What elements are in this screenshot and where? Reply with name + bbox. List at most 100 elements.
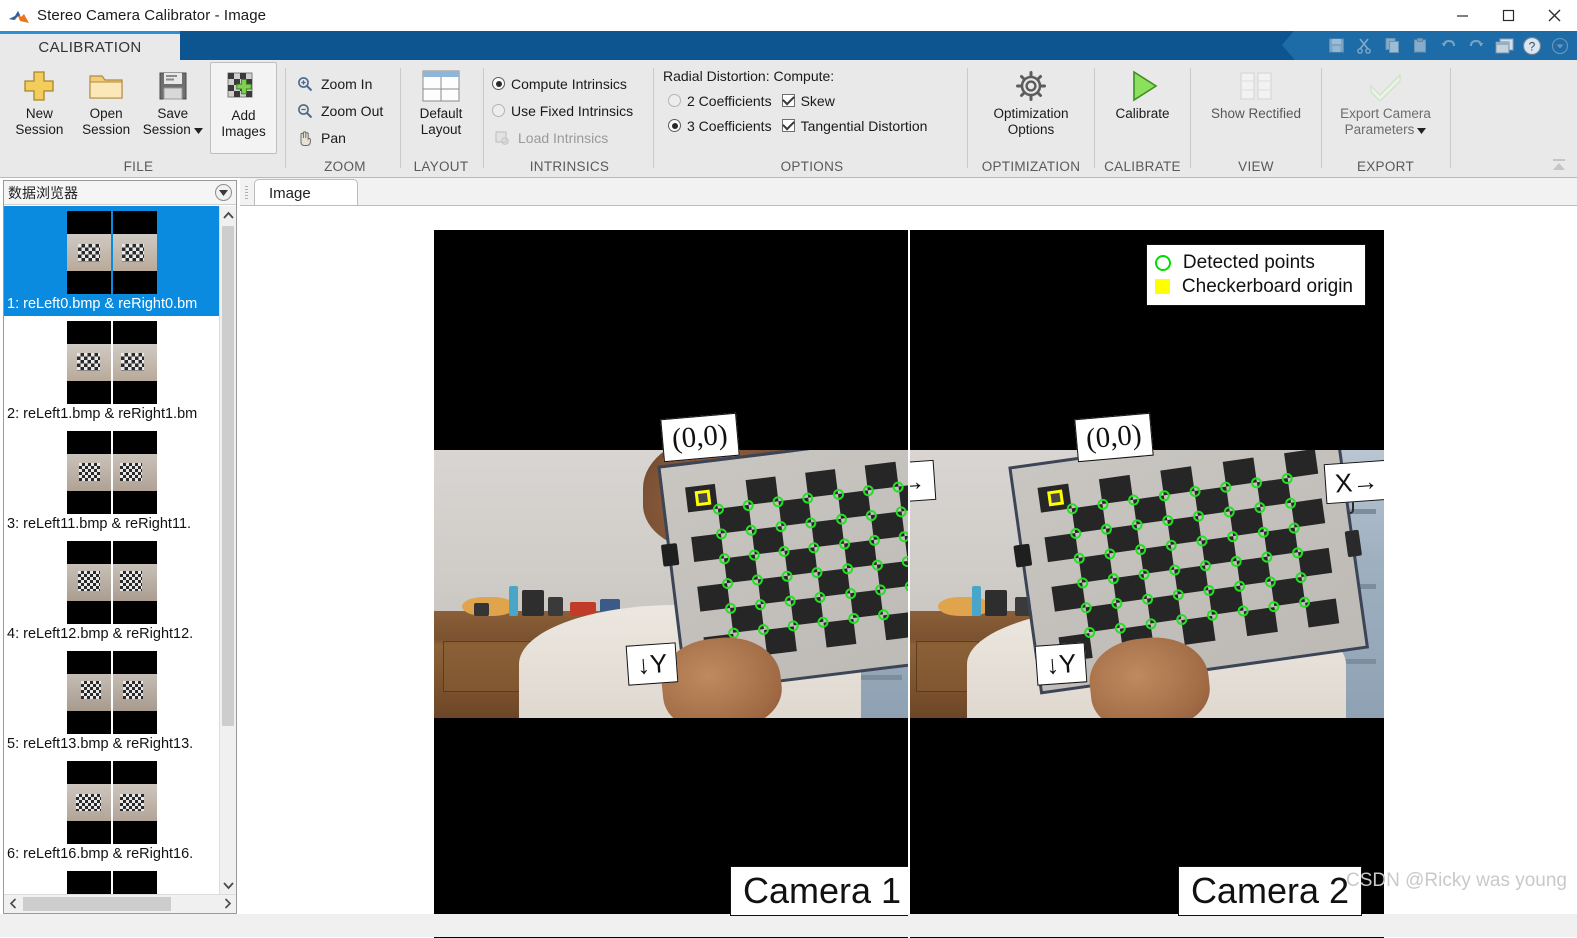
list-item[interactable]: 3: reLeft11.bmp & reRight11. bbox=[4, 426, 219, 536]
load-intrinsics-icon bbox=[492, 130, 512, 146]
thumbnail-left bbox=[67, 431, 111, 514]
horizontal-scrollbar-track[interactable] bbox=[21, 895, 219, 913]
image-pair-list[interactable]: 1: reLeft0.bmp & reRight0.bm 2: reLeft1.… bbox=[4, 206, 219, 894]
zoom-in-icon bbox=[295, 76, 315, 92]
paste-icon[interactable] bbox=[1407, 33, 1433, 59]
horizontal-scrollbar-thumb[interactable] bbox=[23, 897, 171, 911]
ribbon-group-optimization: Optimization Options OPTIMIZATION bbox=[969, 60, 1093, 178]
origin-label-camera-2: (0,0) bbox=[1074, 413, 1153, 462]
redo-icon[interactable] bbox=[1463, 33, 1489, 59]
tab-image-label: Image bbox=[269, 185, 311, 202]
zoom-in-label: Zoom In bbox=[321, 76, 372, 92]
list-item[interactable]: 6: reLeft16.bmp & reRight16. bbox=[4, 756, 219, 866]
thumbnail-pair bbox=[4, 759, 219, 845]
vertical-scrollbar[interactable] bbox=[219, 206, 236, 894]
minimize-icon[interactable] bbox=[1439, 0, 1485, 31]
y-axis-label-camera-2: ↓Y bbox=[1035, 642, 1088, 685]
data-browser-header: 数据浏览器 bbox=[4, 181, 236, 205]
list-item[interactable]: 4: reLeft12.bmp & reRight12. bbox=[4, 536, 219, 646]
optimization-options-label-2: Options bbox=[1008, 122, 1055, 138]
cut-icon[interactable] bbox=[1351, 33, 1377, 59]
ribbon-group-calibrate: Calibrate CALIBRATE bbox=[1096, 60, 1189, 178]
list-item[interactable]: 5: reLeft13.bmp & reRight13. bbox=[4, 646, 219, 756]
copy-icon[interactable] bbox=[1379, 33, 1405, 59]
add-images-label-2: Images bbox=[221, 124, 265, 140]
undo-icon[interactable] bbox=[1435, 33, 1461, 59]
pan-label: Pan bbox=[321, 130, 346, 146]
save-icon[interactable] bbox=[1323, 33, 1349, 59]
stereo-image-canvas[interactable]: (0,0) ↓Y Camera 1 bbox=[434, 230, 1384, 938]
show-rectified-label: Show Rectified bbox=[1211, 106, 1301, 122]
quick-access-notch bbox=[1282, 31, 1294, 59]
plus-icon bbox=[22, 66, 56, 106]
chevron-down-icon[interactable] bbox=[1417, 122, 1426, 138]
open-session-button[interactable]: Open Session bbox=[73, 60, 140, 139]
list-item[interactable]: 2: reLeft1.bmp & reRight1.bm bbox=[4, 316, 219, 426]
camera-2-photo bbox=[910, 450, 1384, 718]
help-icon[interactable]: ? bbox=[1519, 33, 1545, 59]
layout-icon[interactable] bbox=[1491, 33, 1517, 59]
open-session-label-1: Open bbox=[90, 106, 123, 122]
list-item[interactable]: 1: reLeft0.bmp & reRight0.bm bbox=[4, 206, 219, 316]
save-session-button[interactable]: Save Session bbox=[139, 60, 206, 139]
radio-compute-intrinsics[interactable]: Compute Intrinsics bbox=[487, 70, 632, 97]
close-icon[interactable] bbox=[1531, 0, 1577, 31]
y-axis-label-camera-1: ↓Y bbox=[626, 642, 679, 685]
list-item-label: 3: reLeft11.bmp & reRight11. bbox=[4, 515, 219, 536]
new-session-button[interactable]: New Session bbox=[6, 60, 73, 139]
thumbnail-left bbox=[67, 761, 111, 844]
tab-grip-handle[interactable] bbox=[245, 184, 250, 201]
list-item-label: 1: reLeft0.bmp & reRight0.bm bbox=[4, 295, 219, 316]
tab-calibration[interactable]: CALIBRATION bbox=[0, 31, 180, 60]
ribbon-group-export: Export Camera Parameters EXPORT bbox=[1323, 60, 1448, 178]
group-label-file: FILE bbox=[0, 159, 277, 178]
scroll-right-arrow-icon[interactable] bbox=[219, 897, 236, 912]
group-label-layout: LAYOUT bbox=[402, 159, 480, 178]
default-layout-button[interactable]: Default Layout bbox=[402, 60, 480, 139]
ribbon-tab-strip: CALIBRATION ? bbox=[0, 31, 1577, 60]
zoom-out-button[interactable]: Zoom Out bbox=[290, 97, 388, 124]
maximize-icon[interactable] bbox=[1485, 0, 1531, 31]
thumbnail-pair bbox=[4, 869, 219, 894]
title-bar: Stereo Camera Calibrator - Image bbox=[0, 0, 1577, 31]
tab-calibration-label: CALIBRATION bbox=[38, 39, 141, 56]
group-divider bbox=[1094, 68, 1095, 168]
list-item[interactable]: 7: reLeft17.bmp & reRight17. bbox=[4, 866, 219, 894]
checkbox-tangential-distortion[interactable]: Tangential Distortion bbox=[777, 113, 933, 138]
thumbnail-pair bbox=[4, 429, 219, 515]
ribbon-group-zoom: Zoom In Zoom Out Pan ZOOM bbox=[290, 60, 400, 178]
checkerboard-origin-marker bbox=[1047, 489, 1064, 506]
thumbnail-pair bbox=[4, 649, 219, 735]
radio-2-coefficients[interactable]: 2 Coefficients bbox=[663, 88, 777, 113]
tab-image[interactable]: Image bbox=[254, 179, 358, 206]
radio-3-coefficients[interactable]: 3 Coefficients bbox=[663, 113, 777, 138]
scroll-left-arrow-icon[interactable] bbox=[4, 897, 21, 912]
vertical-scrollbar-thumb[interactable] bbox=[222, 226, 234, 726]
optimization-options-button[interactable]: Optimization Options bbox=[985, 60, 1077, 139]
calibrate-button[interactable]: Calibrate bbox=[1097, 60, 1189, 122]
pan-button[interactable]: Pan bbox=[290, 124, 351, 151]
group-label-calibrate: CALIBRATE bbox=[1096, 159, 1189, 178]
detected-point-marker bbox=[832, 488, 844, 500]
checkbox-skew[interactable]: Skew bbox=[777, 88, 933, 113]
x-axis-label-camera-1: X→ bbox=[910, 460, 937, 504]
chevron-down-icon[interactable] bbox=[1547, 33, 1573, 59]
radio-indicator bbox=[668, 94, 681, 107]
add-images-button[interactable]: Add Images bbox=[210, 62, 277, 154]
zoom-in-button[interactable]: Zoom In bbox=[290, 70, 377, 97]
binder-clip bbox=[661, 543, 680, 567]
window-controls bbox=[1439, 0, 1577, 31]
chevron-down-circle-icon[interactable] bbox=[215, 184, 232, 201]
chevron-down-icon[interactable] bbox=[194, 122, 203, 138]
group-divider bbox=[967, 68, 968, 168]
origin-label-camera-1: (0,0) bbox=[660, 413, 739, 462]
collapse-ribbon-icon[interactable] bbox=[1551, 157, 1567, 173]
radio-use-fixed-intrinsics[interactable]: Use Fixed Intrinsics bbox=[487, 97, 638, 124]
scroll-down-arrow-icon[interactable] bbox=[220, 877, 236, 894]
group-divider bbox=[483, 68, 484, 168]
scroll-up-arrow-icon[interactable] bbox=[220, 206, 236, 223]
list-item-label: 5: reLeft13.bmp & reRight13. bbox=[4, 735, 219, 756]
export-label-2: Parameters bbox=[1345, 122, 1415, 138]
horizontal-scrollbar[interactable] bbox=[4, 894, 236, 913]
thumbnail-left bbox=[67, 871, 111, 894]
